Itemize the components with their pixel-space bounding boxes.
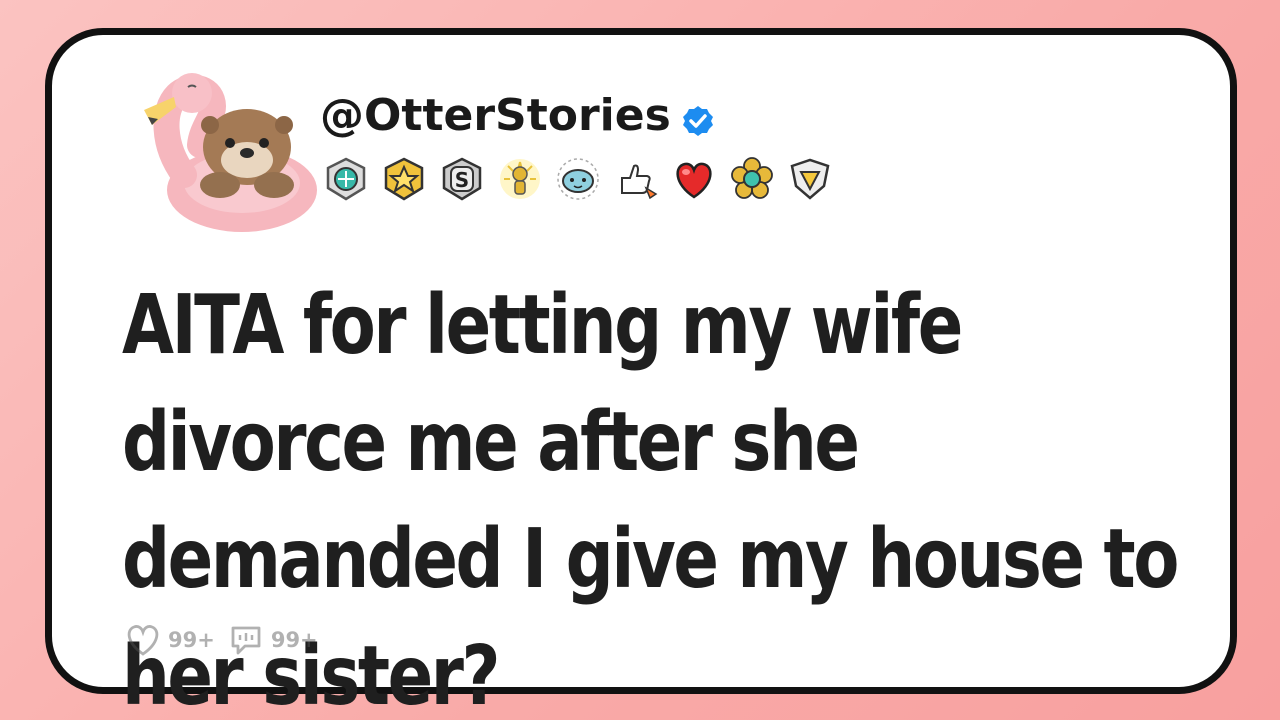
comment-count: 99+ [270, 628, 318, 652]
username[interactable]: @OtterStories [320, 87, 715, 143]
thumbs-up-rocket-badge-icon[interactable] [612, 156, 660, 202]
verified-check-icon [681, 98, 715, 136]
heart-badge-icon[interactable] [670, 156, 718, 202]
gold-trophy-badge-icon[interactable] [496, 156, 544, 202]
svg-text:S: S [455, 168, 469, 192]
heart-outline-icon[interactable] [124, 623, 162, 657]
like-count: 99+ [168, 628, 215, 652]
gold-star-badge-icon[interactable] [380, 156, 428, 202]
silver-s-badge-icon[interactable]: S [438, 156, 486, 202]
comment-icon[interactable] [227, 623, 265, 657]
engagement-bar: 99+ 99+ [124, 623, 330, 657]
gold-flower-badge-icon[interactable] [728, 156, 776, 202]
badge-row: S [322, 155, 834, 203]
gold-diamond-shield-badge-icon[interactable] [786, 156, 834, 202]
otter-avatar-icon[interactable] [122, 55, 322, 235]
teal-gem-badge-icon[interactable] [322, 156, 370, 202]
blue-dolphin-badge-icon[interactable] [554, 156, 602, 202]
username-text[interactable]: @OtterStories [320, 90, 671, 141]
post-card[interactable]: @OtterStories S AITA for letting my wife… [45, 28, 1237, 720]
